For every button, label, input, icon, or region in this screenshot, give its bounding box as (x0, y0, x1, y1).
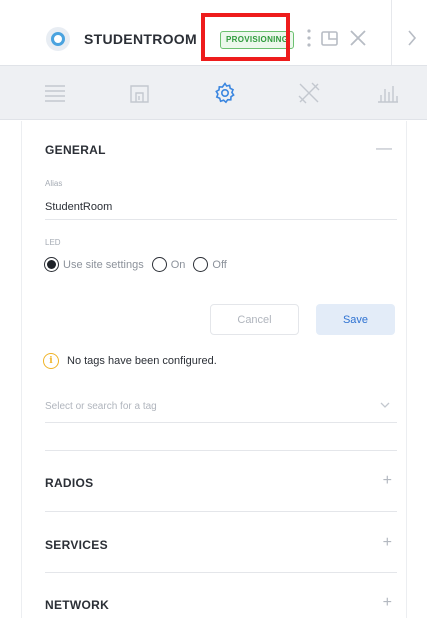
section-general-collapse[interactable]: — (376, 141, 392, 157)
chevron-down-icon (380, 402, 390, 408)
section-network-expand[interactable]: + (383, 595, 392, 611)
highlight-box (201, 13, 290, 61)
led-option-off[interactable]: Off (193, 257, 227, 272)
cancel-button[interactable]: Cancel (210, 304, 299, 335)
close-icon[interactable] (344, 24, 372, 52)
device-status-icon (46, 27, 70, 51)
info-icon: i (43, 353, 59, 369)
radio-unchecked-icon (151, 257, 167, 272)
radio-unchecked-icon (193, 257, 209, 272)
section-divider (45, 572, 397, 573)
tags-message: No tags have been configured. (67, 355, 217, 367)
tab-details[interactable] (40, 78, 70, 108)
led-label: LED (45, 238, 61, 247)
chevron-right-icon[interactable] (398, 24, 426, 52)
section-services-expand[interactable]: + (383, 535, 392, 551)
alias-underline (45, 219, 397, 220)
settings-panel: GENERAL — Alias StudentRoom LED Use site… (21, 121, 407, 618)
tags-info: i No tags have been configured. (43, 353, 217, 369)
tab-bar (0, 65, 427, 120)
section-divider (45, 450, 397, 451)
alias-label: Alias (45, 179, 63, 188)
bar-chart-icon (378, 86, 398, 103)
section-radios-expand[interactable]: + (383, 473, 392, 489)
tab-stats[interactable] (373, 78, 403, 108)
led-option-on[interactable]: On (151, 257, 185, 272)
tab-tools[interactable] (294, 78, 324, 108)
tag-select[interactable]: Select or search for a tag (45, 393, 397, 423)
popout-window-icon[interactable] (316, 24, 344, 52)
led-option-use-site-settings[interactable]: Use site settings (44, 257, 144, 272)
list-icon (45, 85, 65, 102)
section-divider (45, 511, 397, 512)
alias-field[interactable]: StudentRoom (45, 201, 112, 213)
tab-device[interactable] (125, 78, 155, 108)
device-icon (130, 85, 149, 103)
section-services-title: SERVICES (45, 538, 108, 552)
tools-icon (298, 82, 320, 104)
section-general-title: GENERAL (45, 143, 106, 157)
gear-icon (215, 82, 235, 104)
radio-checked-icon (44, 257, 59, 272)
led-radio-group: Use site settings On Off (44, 257, 235, 272)
save-button[interactable]: Save (316, 304, 395, 335)
section-radios-title: RADIOS (45, 476, 94, 490)
tab-settings[interactable] (210, 78, 240, 108)
section-network-title: NETWORK (45, 598, 110, 612)
tag-select-placeholder: Select or search for a tag (45, 401, 157, 412)
device-name: STUDENTROOM (84, 31, 197, 47)
